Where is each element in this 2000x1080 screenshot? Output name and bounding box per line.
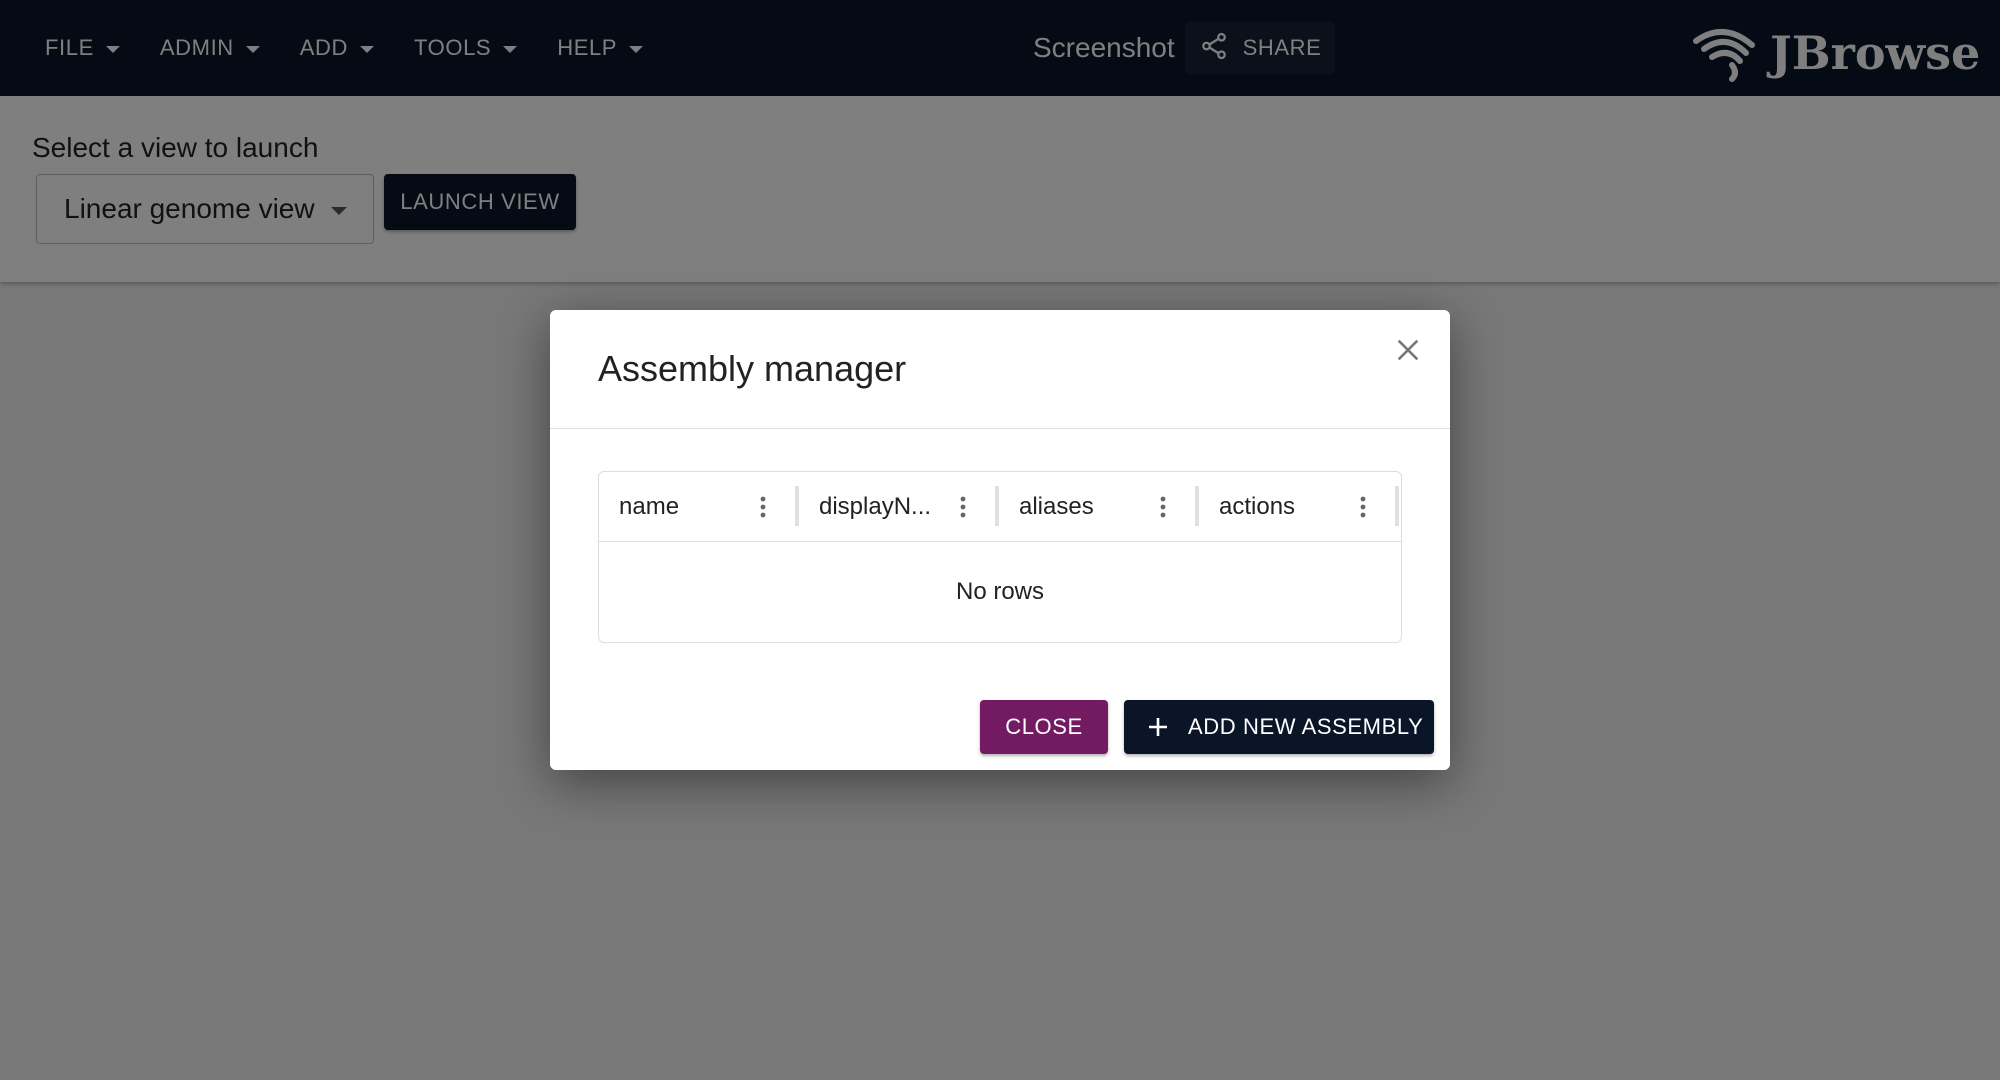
column-title: aliases	[1019, 492, 1094, 520]
column-header-displayname[interactable]: displayN...	[799, 472, 999, 541]
assembly-manager-dialog: Assembly manager name displayN... aliase…	[550, 310, 1450, 770]
close-button[interactable]: CLOSE	[980, 700, 1108, 754]
dialog-close-button[interactable]	[1386, 330, 1430, 374]
column-title: displayN...	[819, 492, 932, 520]
column-menu-icon[interactable]	[957, 494, 969, 520]
column-header-actions[interactable]: actions	[1199, 472, 1399, 541]
column-menu-icon[interactable]	[757, 494, 769, 520]
column-menu-icon[interactable]	[1157, 494, 1169, 520]
add-new-assembly-label: ADD NEW ASSEMBLY	[1188, 714, 1424, 739]
add-new-assembly-button[interactable]: ADD NEW ASSEMBLY	[1124, 700, 1434, 754]
dialog-title: Assembly manager	[598, 348, 907, 389]
assembly-table: name displayN... aliases actions No rows	[598, 471, 1402, 643]
dialog-divider	[550, 428, 1450, 429]
table-empty-message: No rows	[955, 578, 1045, 605]
plus-icon	[1146, 715, 1170, 739]
column-separator[interactable]	[1395, 486, 1399, 526]
table-header: name displayN... aliases actions	[599, 472, 1401, 542]
column-header-name[interactable]: name	[599, 472, 799, 541]
column-header-aliases[interactable]: aliases	[999, 472, 1199, 541]
column-title: name	[619, 492, 680, 520]
column-menu-icon[interactable]	[1357, 494, 1369, 520]
column-title: actions	[1219, 492, 1296, 520]
close-icon	[1394, 336, 1422, 369]
